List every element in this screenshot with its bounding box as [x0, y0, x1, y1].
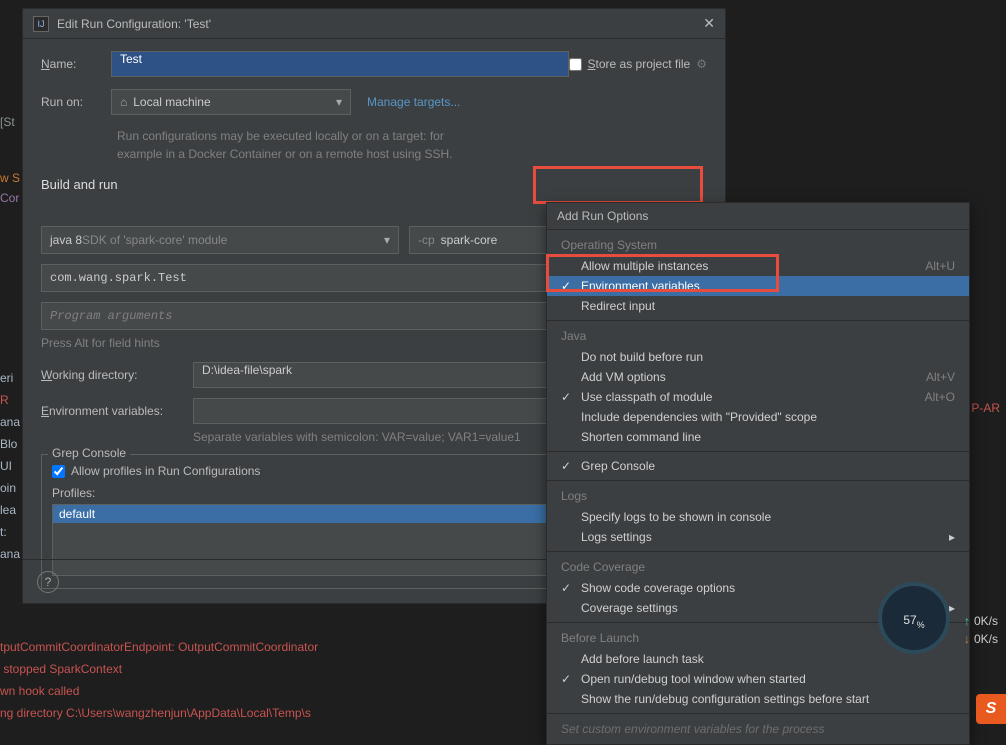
store-label: Store as project file	[588, 57, 691, 71]
allow-profiles-label: Allow profiles in Run Configurations	[71, 464, 260, 478]
allow-profiles-checkbox[interactable]	[52, 465, 65, 478]
option-shorten-cmd[interactable]: Shorten command line	[547, 427, 969, 447]
option-env-variables[interactable]: ✓Environment variables	[547, 276, 969, 296]
home-icon: ⌂	[120, 95, 127, 109]
grep-legend: Grep Console	[48, 446, 130, 460]
dialog-titlebar[interactable]: IJ Edit Run Configuration: 'Test' ✕	[23, 9, 725, 39]
option-logs-settings[interactable]: Logs settings▸	[547, 527, 969, 547]
group-logs: Logs	[547, 485, 969, 507]
runon-hint: Run configurations may be executed local…	[117, 127, 707, 163]
option-no-build[interactable]: Do not build before run	[547, 347, 969, 367]
popup-title: Add Run Options	[547, 203, 969, 230]
store-as-project-checkbox[interactable]	[569, 58, 582, 71]
dialog-title: Edit Run Configuration: 'Test'	[57, 17, 703, 31]
option-grep-console[interactable]: ✓Grep Console	[547, 456, 969, 476]
submenu-arrow-icon: ▸	[949, 530, 955, 544]
network-speed-widget[interactable]: 57%	[878, 582, 950, 654]
check-icon: ✓	[561, 459, 571, 473]
check-icon: ✓	[561, 279, 571, 293]
group-coverage: Code Coverage	[547, 556, 969, 578]
manage-targets-link[interactable]: Manage targets...	[367, 95, 460, 109]
submenu-arrow-icon: ▸	[949, 601, 955, 615]
option-provided-scope[interactable]: Include dependencies with "Provided" sco…	[547, 407, 969, 427]
sogou-icon[interactable]: S	[976, 694, 1006, 724]
close-icon[interactable]: ✕	[703, 15, 715, 32]
option-specify-logs[interactable]: Specify logs to be shown in console	[547, 507, 969, 527]
env-vars-label: Environment variables:	[41, 404, 193, 418]
build-and-run-section: Build and run	[41, 177, 707, 192]
runon-select[interactable]: ⌂ Local machine ▾	[111, 89, 351, 115]
check-icon: ✓	[561, 581, 571, 595]
name-input[interactable]: Test	[111, 51, 569, 77]
network-speed-readout: ↑0K/s ↓0K/s	[964, 612, 998, 648]
option-allow-multiple[interactable]: Allow multiple instancesAlt+U	[547, 256, 969, 276]
group-os: Operating System	[547, 234, 969, 256]
check-icon: ✓	[561, 390, 571, 404]
help-icon[interactable]: ?	[37, 571, 59, 593]
add-run-options-popup: Add Run Options Operating System Allow m…	[546, 202, 970, 745]
code-text: [St	[0, 112, 15, 132]
chevron-down-icon: ▾	[384, 233, 390, 247]
option-use-classpath[interactable]: ✓Use classpath of moduleAlt+O	[547, 387, 969, 407]
popup-hint: Set custom environment variables for the…	[547, 714, 969, 744]
option-open-tool-window[interactable]: ✓Open run/debug tool window when started	[547, 669, 969, 689]
console-output: tputCommitCoordinatorEndpoint: OutputCom…	[0, 636, 318, 724]
arrow-down-icon: ↓	[964, 632, 970, 646]
name-label: Name:	[41, 57, 101, 71]
option-redirect-input[interactable]: Redirect input	[547, 296, 969, 316]
gear-icon[interactable]: ⚙	[696, 57, 707, 71]
sdk-select[interactable]: java 8 SDK of 'spark-core' module ▾	[41, 226, 399, 254]
option-show-settings[interactable]: Show the run/debug configuration setting…	[547, 689, 969, 709]
chevron-down-icon: ▾	[336, 95, 342, 109]
intellij-icon: IJ	[33, 16, 49, 32]
option-vm-options[interactable]: Add VM optionsAlt+V	[547, 367, 969, 387]
check-icon: ✓	[561, 672, 571, 686]
runon-label: Run on:	[41, 95, 101, 109]
arrow-up-icon: ↑	[964, 614, 970, 628]
group-java: Java	[547, 325, 969, 347]
working-directory-label: Working directory:	[41, 368, 193, 382]
